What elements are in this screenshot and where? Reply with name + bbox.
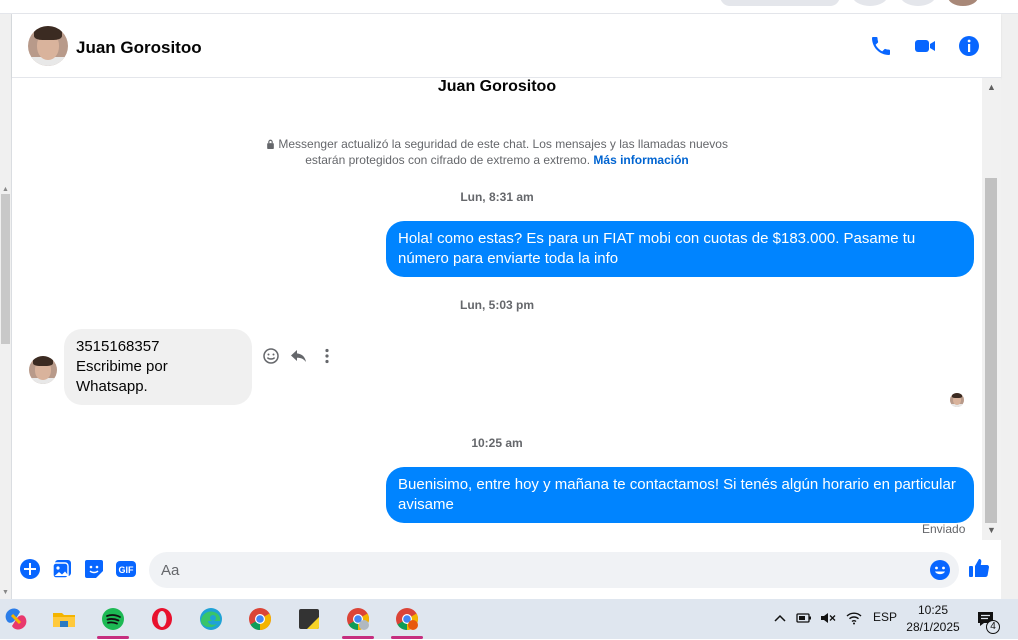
- timestamp: Lun, 5:03 pm: [459, 298, 534, 312]
- sender-avatar[interactable]: [29, 356, 57, 384]
- add-icon[interactable]: [19, 558, 41, 580]
- timestamp: 10:25 am: [471, 436, 523, 450]
- chrome-icon[interactable]: [244, 603, 276, 635]
- wifi-icon[interactable]: [846, 611, 862, 625]
- incoming-message[interactable]: 3515168357 Escribime por Whatsapp.: [64, 329, 252, 405]
- chat-scrollbar[interactable]: ▲ ▼: [982, 78, 1001, 540]
- lock-icon: [267, 139, 274, 149]
- right-margin: [1001, 14, 1018, 599]
- outgoing-message[interactable]: Buenisimo, entre hoy y mañana te contact…: [386, 467, 974, 523]
- profile-avatar[interactable]: [948, 0, 978, 6]
- info-icon[interactable]: [957, 34, 981, 58]
- notification-badge: 4: [986, 620, 1000, 634]
- opera-icon[interactable]: [146, 603, 178, 635]
- clock-time: 10:25: [917, 603, 949, 617]
- clock-date: 28/1/2025: [906, 620, 960, 634]
- chrome-profile-icon[interactable]: [391, 603, 423, 639]
- volume-muted-icon[interactable]: [820, 611, 836, 625]
- top-strip: [0, 0, 1018, 14]
- message-line: Escribime por Whatsapp.: [76, 358, 168, 395]
- sticky-notes-icon[interactable]: [293, 603, 325, 635]
- conversation-area[interactable]: Juan Gorositoo Messenger actualizó la se…: [12, 78, 982, 540]
- clock[interactable]: 10:25 28/1/2025: [898, 602, 968, 636]
- menu-icon[interactable]: [852, 0, 888, 6]
- contact-name[interactable]: Juan Gorositoo: [76, 38, 202, 58]
- reply-icon[interactable]: [289, 346, 309, 366]
- sticker-icon[interactable]: [83, 558, 105, 580]
- phone-icon[interactable]: [869, 34, 893, 58]
- message-status: Enviado: [922, 522, 966, 536]
- contact-avatar[interactable]: [28, 26, 68, 66]
- taskbar: ESP 10:25 28/1/2025 4: [0, 599, 1018, 639]
- edge-icon[interactable]: [195, 603, 227, 635]
- composer-bar: GIF: [12, 540, 1001, 599]
- more-info-link[interactable]: Más información: [593, 153, 688, 167]
- spotify-icon[interactable]: [97, 603, 129, 639]
- outgoing-message[interactable]: Hola! como estas? Es para un FIAT mobi c…: [386, 221, 974, 277]
- timestamp: Lun, 8:31 am: [460, 190, 534, 204]
- like-icon[interactable]: [967, 556, 991, 580]
- security-notice: Messenger actualizó la seguridad de este…: [247, 136, 747, 168]
- svg-text:GIF: GIF: [119, 565, 135, 575]
- video-call-icon[interactable]: [913, 34, 937, 58]
- conversation-title: Juan Gorositoo: [437, 78, 557, 95]
- photo-icon[interactable]: [51, 558, 73, 580]
- chat-header: Juan Gorositoo: [12, 14, 1001, 78]
- message-input[interactable]: [161, 552, 921, 588]
- file-explorer-icon[interactable]: [48, 603, 80, 635]
- message-line: 3515168357: [76, 338, 160, 355]
- notifications-icon[interactable]: [900, 0, 936, 6]
- language-indicator[interactable]: ESP: [873, 610, 897, 624]
- chevron-up-icon[interactable]: [773, 611, 787, 625]
- gif-icon[interactable]: GIF: [115, 558, 137, 580]
- react-emoji-icon[interactable]: [261, 346, 281, 366]
- more-options-icon[interactable]: [317, 346, 337, 366]
- message-input-wrapper: [149, 552, 959, 588]
- copilot-icon[interactable]: [0, 603, 32, 635]
- battery-icon[interactable]: [796, 611, 812, 625]
- search-bar[interactable]: [720, 0, 840, 6]
- chrome-profile-icon[interactable]: [342, 603, 374, 639]
- seen-receipt-avatar: [950, 393, 964, 407]
- emoji-icon[interactable]: [929, 559, 951, 581]
- left-scrollbar[interactable]: ▲ ▼: [0, 14, 12, 599]
- scrollbar-thumb[interactable]: [985, 178, 997, 523]
